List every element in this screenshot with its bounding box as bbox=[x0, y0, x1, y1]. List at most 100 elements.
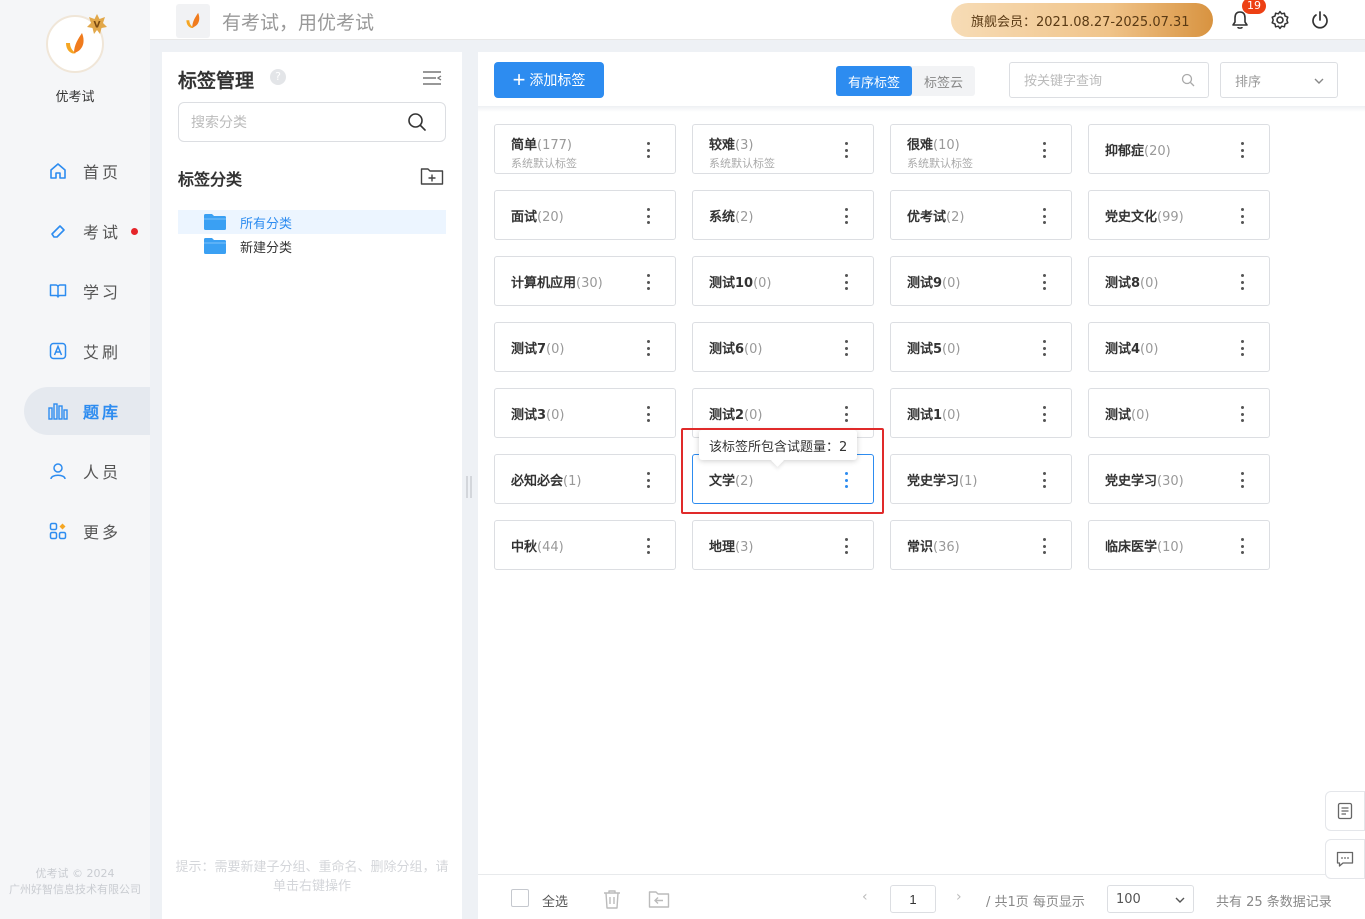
pagination-footer: 全选 ‹ › / 共1页 每页显示 100 共有 25 条数据记录 bbox=[478, 874, 1365, 919]
tag-card[interactable]: 党史学习(1) bbox=[890, 454, 1072, 504]
tag-card[interactable]: 抑郁症(20) bbox=[1088, 124, 1270, 174]
tag-card[interactable]: 测试5(0) bbox=[890, 322, 1072, 372]
more-vertical-icon[interactable] bbox=[1043, 208, 1047, 224]
more-vertical-icon[interactable] bbox=[1043, 340, 1047, 356]
more-vertical-icon[interactable] bbox=[845, 406, 849, 422]
prev-page-icon[interactable]: ‹ bbox=[862, 889, 868, 905]
tag-card[interactable]: 计算机应用(30) bbox=[494, 256, 676, 306]
tag-name: 必知必会 bbox=[511, 473, 564, 489]
tree-item-new[interactable]: 新建分类 bbox=[178, 234, 446, 258]
document-float-button[interactable] bbox=[1325, 791, 1365, 831]
more-vertical-icon[interactable] bbox=[1241, 406, 1245, 422]
tag-name: 测试 bbox=[1105, 407, 1132, 423]
tag-card[interactable]: 优考试(2) bbox=[890, 190, 1072, 240]
tag-card[interactable]: 中秋(44) bbox=[494, 520, 676, 570]
more-vertical-icon[interactable] bbox=[1241, 340, 1245, 356]
nav-item-question-bank[interactable]: 题库 bbox=[24, 387, 150, 435]
more-vertical-icon[interactable] bbox=[1241, 472, 1245, 488]
tag-card[interactable]: 测试4(0) bbox=[1088, 322, 1270, 372]
more-vertical-icon[interactable] bbox=[647, 142, 651, 158]
more-vertical-icon[interactable] bbox=[1043, 274, 1047, 290]
more-vertical-icon[interactable] bbox=[1241, 274, 1245, 290]
keyword-search-input[interactable] bbox=[1009, 62, 1209, 98]
more-vertical-icon[interactable] bbox=[647, 406, 651, 422]
tag-card[interactable]: 党史文化(99) bbox=[1088, 190, 1270, 240]
more-vertical-icon[interactable] bbox=[845, 472, 849, 488]
trash-icon[interactable] bbox=[601, 888, 623, 910]
more-vertical-icon[interactable] bbox=[845, 538, 849, 554]
tab-ordered-tags[interactable]: 有序标签 bbox=[836, 66, 913, 96]
tag-card[interactable]: 常识(36) bbox=[890, 520, 1072, 570]
category-search-input[interactable] bbox=[178, 102, 446, 142]
select-all-checkbox[interactable] bbox=[511, 889, 529, 907]
tag-card[interactable]: 面试(20) bbox=[494, 190, 676, 240]
nav-item-people[interactable]: 人员 bbox=[24, 447, 150, 495]
collapse-menu-icon[interactable] bbox=[422, 70, 442, 86]
logo-leaf-icon bbox=[186, 12, 200, 28]
nav-item-more[interactable]: 更多 bbox=[24, 507, 150, 555]
more-vertical-icon[interactable] bbox=[647, 340, 651, 356]
grid-icon bbox=[48, 521, 68, 541]
tag-card[interactable]: 文学(2) bbox=[692, 454, 874, 504]
tag-card[interactable]: 党史学习(30) bbox=[1088, 454, 1270, 504]
more-vertical-icon[interactable] bbox=[1241, 142, 1245, 158]
tag-card[interactable]: 测试(0) bbox=[1088, 388, 1270, 438]
tag-card[interactable]: 测试6(0) bbox=[692, 322, 874, 372]
tag-count: (0) bbox=[1140, 275, 1159, 291]
help-icon[interactable]: ? bbox=[270, 69, 286, 85]
more-vertical-icon[interactable] bbox=[1241, 538, 1245, 554]
nav-item-exam[interactable]: 考试 bbox=[24, 207, 150, 255]
tag-card[interactable]: 临床医学(10) bbox=[1088, 520, 1270, 570]
tag-card[interactable]: 地理(3) bbox=[692, 520, 874, 570]
panel-resize-handle[interactable] bbox=[466, 476, 472, 498]
more-vertical-icon[interactable] bbox=[647, 208, 651, 224]
page-number-input[interactable] bbox=[890, 885, 936, 913]
more-vertical-icon[interactable] bbox=[1043, 406, 1047, 422]
tag-card[interactable]: 测试3(0) bbox=[494, 388, 676, 438]
gear-icon[interactable] bbox=[1269, 9, 1291, 31]
page-size-select[interactable]: 100 bbox=[1107, 885, 1194, 913]
tag-count: (0) bbox=[1131, 407, 1150, 423]
more-vertical-icon[interactable] bbox=[647, 538, 651, 554]
nav-item-home[interactable]: 首页 bbox=[24, 147, 150, 195]
vip-membership-badge[interactable]: 旗舰会员：2021.08.27-2025.07.31 bbox=[951, 3, 1213, 37]
tab-tag-cloud[interactable]: 标签云 bbox=[912, 66, 975, 96]
tag-card[interactable]: 测试1(0) bbox=[890, 388, 1072, 438]
tag-card[interactable]: 测试9(0) bbox=[890, 256, 1072, 306]
select-all-label[interactable]: 全选 bbox=[542, 891, 568, 910]
tag-card[interactable]: 必知必会(1) bbox=[494, 454, 676, 504]
next-page-icon[interactable]: › bbox=[956, 889, 962, 905]
more-vertical-icon[interactable] bbox=[647, 472, 651, 488]
add-tag-button[interactable]: + 添加标签 bbox=[494, 62, 604, 98]
tag-card[interactable]: 测试7(0) bbox=[494, 322, 676, 372]
more-vertical-icon[interactable] bbox=[845, 142, 849, 158]
nav-label: 学习 bbox=[83, 283, 122, 302]
search-icon[interactable] bbox=[407, 112, 427, 132]
more-vertical-icon[interactable] bbox=[845, 340, 849, 356]
more-vertical-icon[interactable] bbox=[1043, 142, 1047, 158]
tag-count: (30) bbox=[1157, 473, 1184, 489]
tag-card[interactable]: 很难(10) 系统默认标签 bbox=[890, 124, 1072, 174]
tag-card[interactable]: 系统(2) bbox=[692, 190, 874, 240]
tag-card[interactable]: 测试10(0) bbox=[692, 256, 874, 306]
move-folder-icon[interactable] bbox=[648, 888, 670, 910]
more-vertical-icon[interactable] bbox=[1241, 208, 1245, 224]
sort-select[interactable]: 排序 bbox=[1220, 62, 1338, 98]
chat-float-button[interactable] bbox=[1325, 839, 1365, 879]
tag-card[interactable]: 简单(177) 系统默认标签 bbox=[494, 124, 676, 174]
more-vertical-icon[interactable] bbox=[647, 274, 651, 290]
more-vertical-icon[interactable] bbox=[1043, 538, 1047, 554]
tag-card[interactable]: 测试8(0) bbox=[1088, 256, 1270, 306]
more-vertical-icon[interactable] bbox=[845, 208, 849, 224]
total-records: 共有 25 条数据记录 bbox=[1216, 895, 1332, 910]
nav-item-study[interactable]: 学习 bbox=[24, 267, 150, 315]
power-icon[interactable] bbox=[1309, 9, 1331, 31]
search-icon[interactable] bbox=[1181, 73, 1195, 87]
more-vertical-icon[interactable] bbox=[1043, 472, 1047, 488]
app-logo[interactable]: V bbox=[46, 14, 107, 75]
tree-item-all[interactable]: 所有分类 bbox=[178, 210, 446, 234]
nav-item-aishua[interactable]: 艾刷 bbox=[24, 327, 150, 375]
new-folder-icon[interactable] bbox=[420, 166, 444, 186]
tag-card[interactable]: 较难(3) 系统默认标签 bbox=[692, 124, 874, 174]
more-vertical-icon[interactable] bbox=[845, 274, 849, 290]
